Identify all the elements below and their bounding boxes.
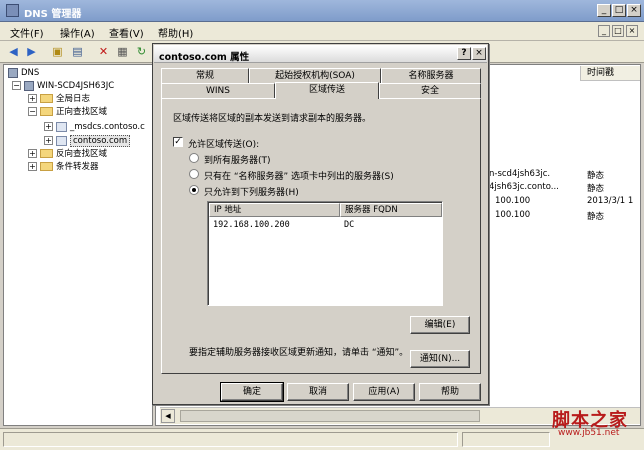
radio-name-servers-only[interactable] — [189, 169, 199, 179]
watermark-url: www.jb51.net — [558, 428, 620, 438]
back-arrow-icon[interactable]: ◀ — [6, 45, 21, 59]
dialog-title: contoso.com 属性 — [159, 52, 250, 63]
close-button[interactable]: × — [627, 4, 641, 17]
menu-bar: 文件(F) 操作(A) 查看(V) 帮助(H) _ □ × — [0, 22, 644, 41]
window-title: DNS 管理器 — [24, 9, 82, 20]
expand-icon[interactable]: + — [28, 94, 37, 103]
expand-icon[interactable]: + — [28, 149, 37, 158]
column-header-timestamp[interactable]: 时间戳 — [580, 66, 640, 81]
tree-item-global-logs[interactable]: + 全局日志 — [28, 93, 90, 106]
allow-transfer-label: 允许区域传送(O): — [188, 140, 260, 150]
minimize-button[interactable]: _ — [597, 4, 611, 17]
collapse-icon[interactable]: − — [28, 107, 37, 116]
zone-properties-dialog: contoso.com 属性 ? × 常规 起始授权机构(SOA) 名称服务器 … — [152, 43, 489, 405]
radio-listed-servers[interactable] — [189, 185, 199, 195]
menu-view[interactable]: 查看(V) — [109, 25, 144, 40]
maximize-button[interactable]: □ — [612, 4, 626, 17]
record-timestamp: 静态 — [587, 184, 605, 194]
status-bar — [0, 428, 644, 450]
expand-icon[interactable]: + — [28, 162, 37, 171]
help-icon[interactable]: ? — [457, 47, 471, 60]
dns-app-icon — [6, 4, 19, 17]
show-tree-icon[interactable]: ▤ — [70, 45, 85, 59]
tree-item-msdcs-zone[interactable]: + _msdcs.contoso.c — [44, 121, 145, 134]
notify-instructions: 要指定辅助服务器接收区域更新通知，请单击 “通知”。 — [189, 348, 409, 358]
help-button[interactable]: 帮助 — [419, 383, 481, 401]
child-restore-icon[interactable]: □ — [612, 25, 624, 37]
status-cell-main — [3, 432, 458, 447]
dialog-titlebar: contoso.com 属性 ? × — [154, 45, 487, 63]
collapse-icon[interactable]: − — [12, 81, 21, 90]
record-timestamp: 静态 — [587, 212, 605, 222]
console-tree: DNS − WIN-SCD4JSH63JC + 全局日志 − 正向查找区域 + _msd… — [3, 64, 153, 426]
tree-item-contoso-zone[interactable]: + contoso.com — [44, 135, 131, 148]
dialog-close-icon[interactable]: × — [472, 47, 486, 60]
radio-all-servers-label: 到所有服务器(T) — [204, 156, 271, 166]
server-fqdn-cell[interactable]: DC — [344, 220, 354, 230]
tab-security[interactable]: 安全 — [379, 83, 481, 98]
child-close-icon[interactable]: × — [626, 25, 638, 37]
folder-icon — [40, 162, 53, 171]
menu-help[interactable]: 帮助(H) — [158, 25, 193, 40]
menu-action[interactable]: 操作(A) — [60, 25, 95, 40]
server-icon — [24, 80, 34, 91]
notify-button[interactable]: 通知(N)... — [410, 350, 470, 368]
scrollbar-thumb[interactable] — [180, 410, 480, 422]
delete-icon[interactable]: ✕ — [96, 45, 111, 59]
cancel-button[interactable]: 取消 — [287, 383, 349, 401]
apply-button[interactable]: 应用(A) — [353, 383, 415, 401]
main-titlebar: DNS 管理器 _ □ × — [0, 0, 644, 22]
radio-listed-servers-label: 只允许到下列服务器(H) — [204, 188, 299, 198]
expand-icon[interactable]: + — [44, 122, 53, 131]
properties-icon[interactable]: ▦ — [115, 45, 130, 59]
child-minimize-icon[interactable]: _ — [598, 25, 610, 37]
record-data: 100.100 — [495, 210, 531, 220]
allow-transfer-checkbox[interactable]: ✓ — [173, 137, 183, 147]
scroll-left-icon[interactable]: ◀ — [161, 409, 175, 423]
tab-name-servers[interactable]: 名称服务器 — [381, 68, 481, 83]
edit-button[interactable]: 编辑(E) — [410, 316, 470, 334]
dns-icon — [8, 67, 18, 78]
server-ip-cell[interactable]: 192.168.100.200 — [213, 220, 290, 230]
folder-icon — [40, 149, 53, 158]
folder-icon — [40, 94, 53, 103]
folder-icon — [40, 107, 53, 116]
tree-item-server[interactable]: − WIN-SCD4JSH63JC — [12, 80, 114, 93]
record-timestamp: 2013/3/1 1 — [587, 196, 634, 206]
record-data: 4jsh63jc.conto... — [489, 182, 559, 192]
tree-item-conditional-forwarders[interactable]: + 条件转发器 — [28, 161, 99, 174]
allowed-servers-list[interactable]: IP 地址 服务器 FQDN 192.168.100.200 DC — [207, 201, 443, 306]
menu-file[interactable]: 文件(F) — [10, 25, 44, 40]
radio-all-servers[interactable] — [189, 153, 199, 163]
zone-icon — [56, 135, 67, 146]
column-header-fqdn[interactable]: 服务器 FQDN — [340, 203, 442, 217]
up-folder-icon[interactable]: ▣ — [50, 45, 65, 59]
status-cell-secondary — [462, 432, 550, 447]
tab-soa[interactable]: 起始授权机构(SOA) — [249, 68, 381, 83]
radio-name-servers-label: 只有在 “名称服务器” 选项卡中列出的服务器(S) — [204, 172, 394, 182]
refresh-icon[interactable]: ↻ — [134, 45, 149, 59]
tab-general[interactable]: 常规 — [161, 68, 249, 83]
record-data: n-scd4jsh63jc. — [489, 169, 551, 179]
zone-icon — [56, 121, 67, 132]
expand-icon[interactable]: + — [44, 136, 53, 145]
tab-zone-transfers[interactable]: 区域传送 — [275, 82, 379, 99]
record-data: 100.100 — [495, 196, 531, 206]
transfer-description: 区域传送将区域的副本发送到请求副本的服务器。 — [173, 114, 372, 124]
tab-wins[interactable]: WINS — [161, 83, 275, 98]
column-header-ip[interactable]: IP 地址 — [209, 203, 340, 217]
record-timestamp: 静态 — [587, 171, 605, 181]
tree-item-dns[interactable]: DNS — [8, 67, 39, 80]
forward-arrow-icon[interactable]: ▶ — [24, 45, 39, 59]
tree-item-forward-zones[interactable]: − 正向查找区域 — [28, 106, 107, 119]
tree-item-reverse-zones[interactable]: + 反向查找区域 — [28, 148, 107, 161]
ok-button[interactable]: 确定 — [220, 382, 284, 402]
